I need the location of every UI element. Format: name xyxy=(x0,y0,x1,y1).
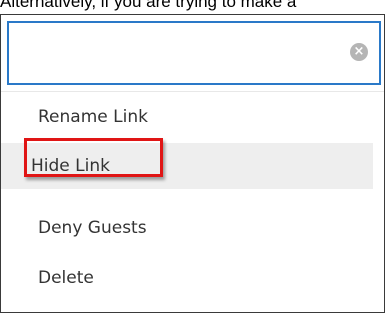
menu-item-deny-guests[interactable]: Deny Guests xyxy=(1,205,373,251)
menu-divider xyxy=(1,91,384,92)
background-page-text: Alternatively, if you are trying to make… xyxy=(0,0,297,11)
menu-item-delete[interactable]: Delete xyxy=(1,255,373,301)
menu-item-label: Hide Link xyxy=(31,156,110,176)
screenshot-root: Alternatively, if you are trying to make… xyxy=(0,0,388,314)
search-input[interactable]: × xyxy=(7,21,381,85)
clear-icon[interactable]: × xyxy=(350,43,368,61)
menu-item-hide-link[interactable]: Hide Link xyxy=(1,143,373,189)
context-menu: × Rename Link Hide Link Deny Guests Dele… xyxy=(0,14,385,313)
menu-item-rename-link[interactable]: Rename Link xyxy=(1,94,373,140)
